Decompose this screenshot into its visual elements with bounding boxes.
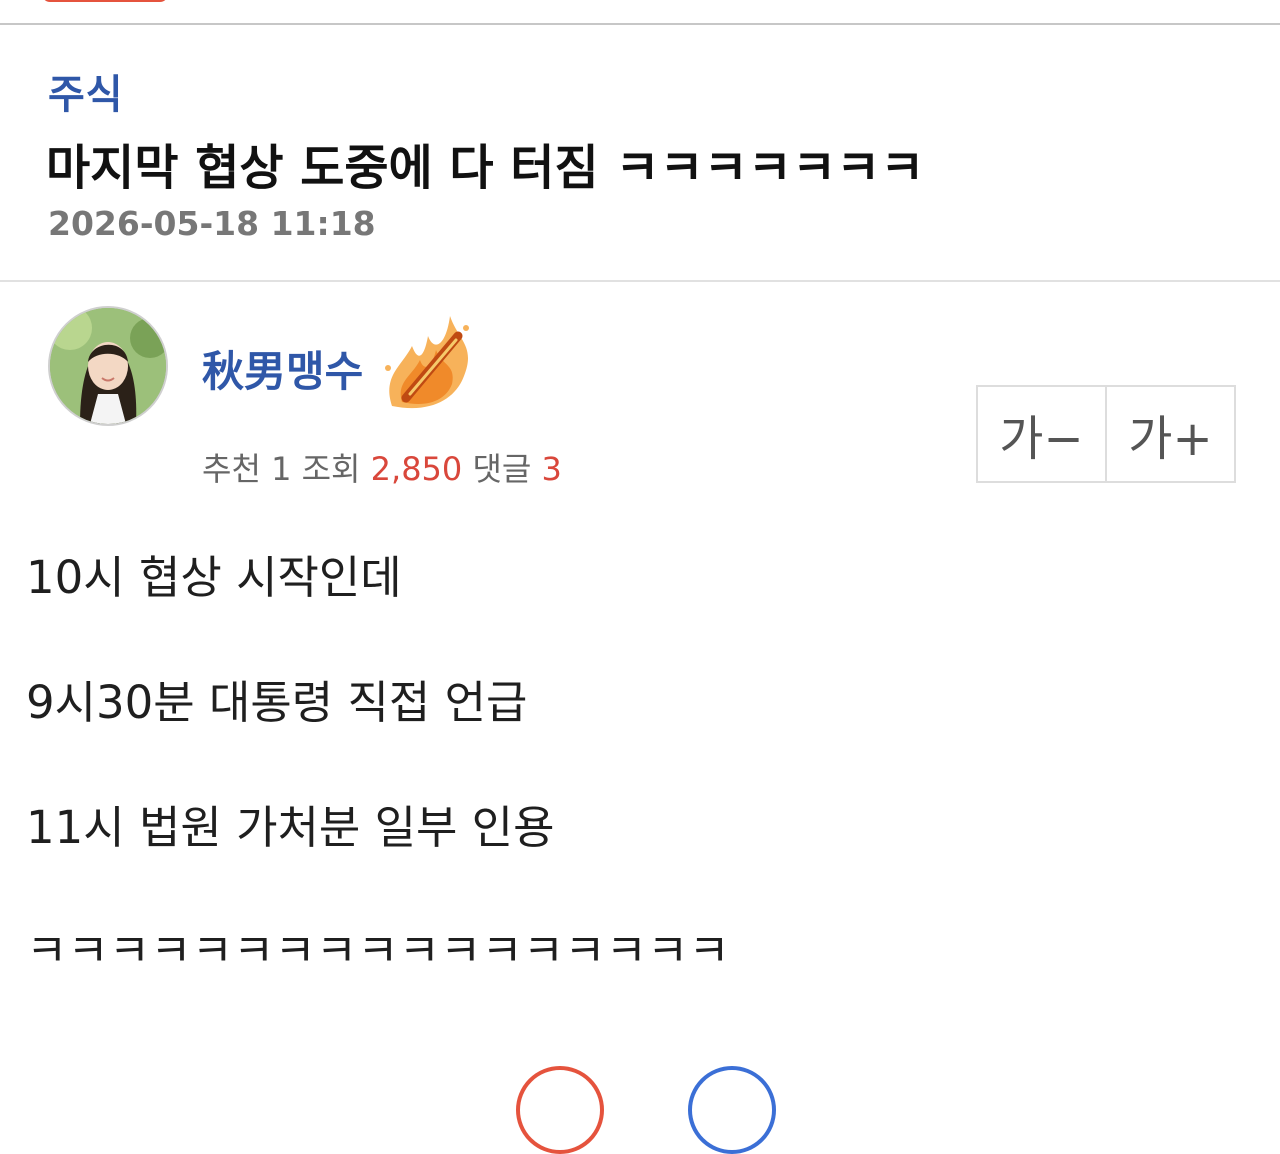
content-line: 10시 협상 시작인데 — [26, 551, 402, 604]
dislike-button[interactable] — [688, 1066, 776, 1154]
recommend-count: 1 — [271, 450, 292, 488]
recommend-label: 추천 — [202, 450, 261, 488]
post-category[interactable]: 주식 — [48, 62, 124, 120]
content-line: 11시 법원 가처분 일부 인용 — [26, 801, 555, 854]
font-increase-button[interactable]: 가+ — [1105, 387, 1234, 481]
content-line: 9시30분 대통령 직접 언급 — [26, 676, 528, 729]
header-divider — [0, 23, 1280, 25]
author-name[interactable]: 秋男맹수 — [202, 338, 363, 399]
author-avatar[interactable] — [48, 306, 168, 426]
recommend-button[interactable] — [516, 1066, 604, 1154]
comments-label: 댓글 — [472, 450, 532, 488]
font-decrease-button[interactable]: 가− — [978, 387, 1105, 481]
flame-badge-icon — [372, 306, 484, 418]
post-title: 마지막 협상 도중에 다 터짐 ㅋㅋㅋㅋㅋㅋㅋ — [46, 140, 925, 196]
header-button-partial[interactable] — [42, 0, 168, 2]
avatar-photo — [50, 308, 166, 424]
font-size-control: 가− 가+ — [976, 385, 1236, 483]
content-line: ㅋㅋㅋㅋㅋㅋㅋㅋㅋㅋㅋㅋㅋㅋㅋㅋㅋ — [26, 924, 730, 977]
views-count: 2,850 — [370, 450, 463, 488]
title-divider — [0, 280, 1280, 282]
post-datetime: 2026-05-18 11:18 — [48, 204, 376, 243]
post-stats: 추천 1 조회 2,850 댓글 3 — [202, 444, 562, 490]
views-label: 조회 — [301, 450, 361, 488]
comments-count[interactable]: 3 — [542, 450, 562, 488]
